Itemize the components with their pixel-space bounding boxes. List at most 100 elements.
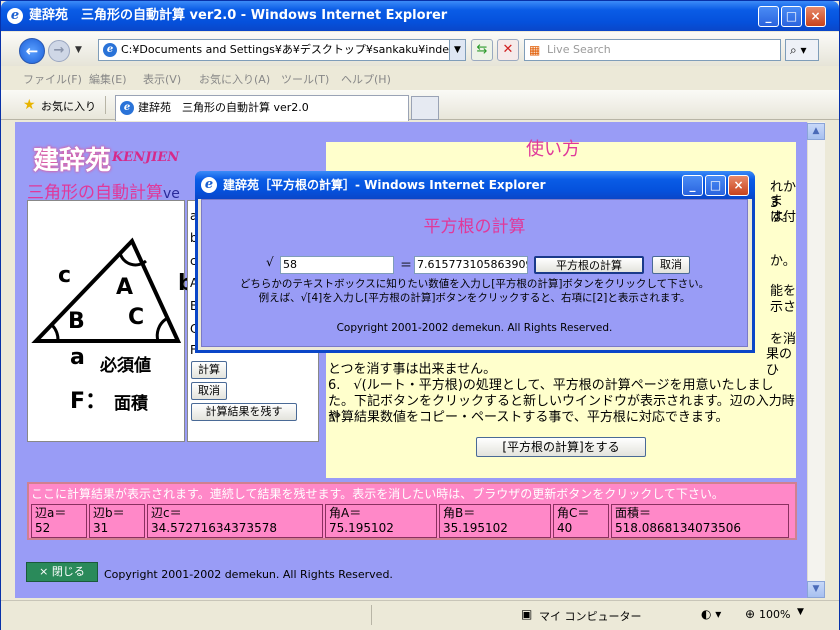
help-title: 使い方 [526,139,580,160]
search-placeholder: Live Search [547,43,611,56]
help-fragment: か。 [770,254,796,269]
tab-title: 建辞苑 三角形の自動計算 ver2.0 [138,101,309,114]
protected-mode-icon[interactable]: ◐ ▾ [701,607,721,621]
search-box[interactable]: ▦ Live Search [524,39,781,61]
zoom-icon: ⊕ [745,607,756,621]
result-cell-A: 角A＝ 75.195102 [325,504,437,538]
scroll-up-button[interactable]: ▲ [807,123,825,140]
dialog-maximize-button[interactable]: □ [705,175,726,196]
menu-tools[interactable]: ツール(T) [281,71,329,87]
history-dropdown-icon[interactable]: ▼ [75,45,82,55]
dialog-minimize-button[interactable]: _ [682,175,703,196]
tab-current[interactable]: e 建辞苑 三角形の自動計算 ver2.0 [115,95,409,121]
sqrt-symbol: √ [266,255,274,269]
address-text: C:¥Documents and Settings¥あ¥デスクトップ¥sanka… [121,43,466,56]
help-fragment: を消 [770,332,797,347]
browser-title-bar[interactable]: e 建辞苑 三角形の自動計算 ver2.0 - Windows Internet… [1,1,839,31]
zoom-level[interactable]: 100% [759,608,790,621]
favorites-label[interactable]: お気に入り [41,98,96,114]
site-logo: 建辞苑 [33,146,112,176]
triangle-label-C: C [128,305,145,330]
browser-window: e 建辞苑 三角形の自動計算 ver2.0 - Windows Internet… [0,0,840,630]
sqrt-result[interactable]: 7.615773105863909 [414,256,528,274]
sqrt-dialog: e 建辞苑［平方根の計算］- Windows Internet Explorer… [195,171,755,353]
result-value: 40 [557,521,573,535]
menu-help[interactable]: ヘルプ(H) [341,71,391,87]
result-notice: ここに計算結果が表示されます。連続して結果を残せます。表示を消したい時は、ブラウ… [31,487,724,501]
dialog-instruction-1: どちらかのテキストボックスに知りたい数値を入力し[平方根の計算]ボタンをクリック… [239,278,710,290]
dialog-title: 建辞苑［平方根の計算］- Windows Internet Explorer [223,178,546,192]
dialog-ie-icon: e [201,177,217,193]
result-label: 角B＝ [443,506,476,520]
stop-icon[interactable]: ✕ [497,39,519,61]
keep-result-button[interactable]: 計算結果を残す [191,403,297,421]
dialog-body: 平方根の計算 √ 58 ＝ 7.615773105863909 平方根の計算 取… [201,199,748,347]
sqrt-page-button[interactable]: [平方根の計算]をする [476,437,646,457]
result-label: 辺a＝ [35,506,67,520]
result-cell-C: 角C＝ 40 [553,504,609,538]
help-fragment: は付 [770,210,797,225]
menu-view[interactable]: 表示(V) [143,71,181,87]
result-value: 518.0868134073506 [615,521,741,535]
help-line: 6. √(ルート・平方根)の処理として、平方根の計算ページを用意いたしまし [328,378,774,393]
sqrt-input[interactable]: 58 [280,256,394,274]
result-value: 35.195102 [443,521,508,535]
result-cell-c: 辺c＝ 34.57271634373578 [147,504,323,538]
menu-file[interactable]: ファイル(F) [23,71,82,87]
dialog-close-button[interactable]: × [728,175,749,196]
triangle-label-B: B [68,309,85,334]
back-button[interactable]: ← [19,38,45,64]
help-fragment: 能を [770,284,797,299]
equals-sign: ＝ [400,258,413,272]
status-bar: ▣ マイ コンピューター ◐ ▾ ⊕ 100% ▼ [1,600,839,630]
dialog-heading: 平方根の計算 [423,217,526,237]
menu-bar: ファイル(F) 編集(E) 表示(V) お気に入り(A) ツール(T) ヘルプ(… [1,67,839,89]
result-cell-area: 面積＝ 518.0868134073506 [611,504,789,538]
computer-icon: ▣ [521,607,533,621]
menu-edit[interactable]: 編集(E) [89,71,127,87]
zoom-dropdown-icon[interactable]: ▼ [797,607,804,617]
refresh-icon[interactable]: ⇆ [471,39,493,61]
scroll-down-button[interactable]: ▼ [807,581,825,598]
favorites-star-icon[interactable]: ★ [23,97,36,113]
result-cell-a: 辺a＝ 52 [31,504,87,538]
tab-ie-icon: e [120,101,134,115]
new-tab-button[interactable] [411,96,439,120]
site-logo-en: KENJIEN [112,150,180,165]
close-page-button[interactable]: × 閉じる [26,562,98,582]
help-line: 計算結果数値をコピー・ペーストする事で、平方根に対応できます。 [328,410,729,425]
dialog-copyright: Copyright 2001-2002 demekun. All Rights … [336,322,613,334]
result-label: 辺c＝ [151,506,182,520]
help-fragment: 示さ [770,300,797,315]
live-search-icon: ▦ [529,43,541,57]
page-copyright: Copyright 2001-2002 demekun. All Rights … [104,568,393,581]
sqrt-calc-button[interactable]: 平方根の計算 [534,256,644,274]
status-divider [371,605,373,625]
search-button[interactable]: ⌕ ▾ [785,39,819,61]
result-value: 52 [35,521,51,535]
minimize-button[interactable]: _ [758,6,779,27]
sqrt-cancel-button[interactable]: 取消 [652,256,690,274]
page-icon: e [103,43,117,57]
dialog-title-bar[interactable]: e 建辞苑［平方根の計算］- Windows Internet Explorer… [195,171,755,199]
dialog-instruction-2: 例えば、√[4]を入力し[平方根の計算]ボタンをクリックすると、右項に[2]と表… [258,292,691,304]
result-cell-b: 辺b＝ 31 [89,504,145,538]
maximize-button[interactable]: □ [781,6,802,27]
browser-title: 建辞苑 三角形の自動計算 ver2.0 - Windows Internet E… [29,8,448,23]
address-dropdown-icon[interactable]: ▼ [449,40,465,60]
result-value: 31 [93,521,109,535]
triangle-diagram-box: c b A B C a 必須値 F： 面積 [27,200,194,442]
cancel-button[interactable]: 取消 [191,382,227,400]
result-value: 34.57271634373578 [151,521,277,535]
result-bar: ここに計算結果が表示されます。連続して結果を残せます。表示を消したい時は、ブラウ… [27,482,797,540]
menu-favorites[interactable]: お気に入り(A) [199,71,270,87]
vertical-scrollbar[interactable] [807,122,825,598]
address-bar[interactable]: e C:¥Documents and Settings¥あ¥デスクトップ¥san… [98,39,466,61]
calc-button[interactable]: 計算 [191,361,227,379]
close-window-button[interactable]: × [805,6,826,27]
result-label: 角C＝ [557,506,590,520]
triangle-label-A: A [116,275,134,300]
help-line: とつを消す事は出来ません。 [328,362,497,377]
forward-button[interactable]: → [48,40,70,62]
legend-F: F： [70,389,108,414]
